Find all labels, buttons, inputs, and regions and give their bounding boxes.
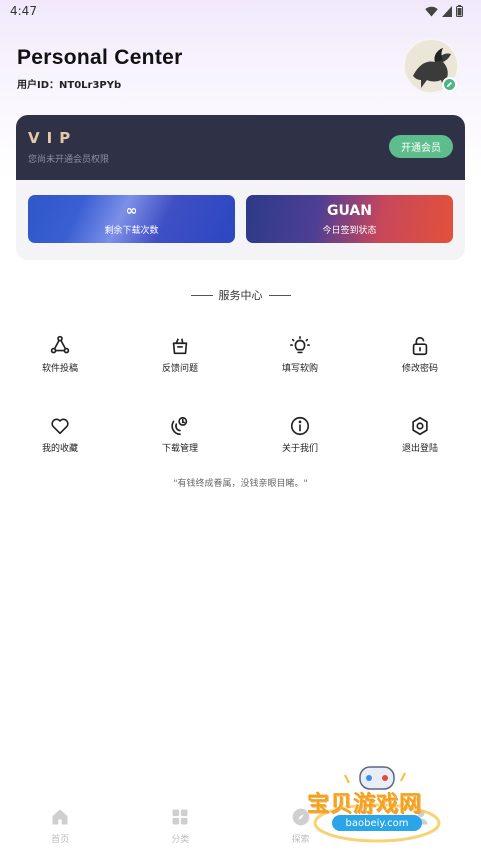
download-count-tile[interactable]: ∞ 剩余下载次数 <box>28 195 235 243</box>
feedback-icon <box>172 338 188 355</box>
open-vip-button[interactable]: 开通会员 <box>389 135 453 158</box>
service-center-label: 服务中心 <box>218 289 263 302</box>
tab-home[interactable]: 首页 <box>0 807 120 845</box>
vip-subtitle: 您尚未开通会员权限 <box>28 155 110 165</box>
tab-label: 分类 <box>171 835 190 845</box>
service-center-title: 服务中心 <box>0 287 481 303</box>
service-item-change-password[interactable]: 修改密码 <box>375 335 465 374</box>
pencil-icon <box>447 82 452 87</box>
service-item-about-us[interactable]: 关于我们 <box>255 415 345 454</box>
checkin-status-tile[interactable]: GUAN 今日签到状态 <box>246 195 453 243</box>
service-item-logout[interactable]: 退出登陆 <box>375 415 465 454</box>
home-icon <box>52 809 68 825</box>
triangle-nodes-icon <box>50 335 70 354</box>
checkin-status-value: GUAN <box>327 203 372 219</box>
page-title: Personal Center <box>17 46 183 69</box>
service-item-label: 关于我们 <box>281 444 318 454</box>
status-time: 4:47 <box>10 4 37 18</box>
lightbulb-icon <box>290 336 310 354</box>
status-icons <box>425 5 463 17</box>
checkin-status-label: 今日签到状态 <box>322 226 377 236</box>
grid-icon <box>172 809 188 825</box>
battery-icon <box>456 5 463 17</box>
download-count-label: 剩余下载次数 <box>104 226 159 236</box>
vip-title: VIP <box>28 129 78 147</box>
vip-banner: VIP 您尚未开通会员权限 开通会员 <box>16 115 465 180</box>
service-item-submit-software[interactable]: 软件投稿 <box>15 335 105 374</box>
heart-icon <box>51 418 69 435</box>
download-manage-icon <box>171 416 188 436</box>
service-item-label: 反馈问题 <box>161 364 198 374</box>
tab-category[interactable]: 分类 <box>120 807 240 845</box>
service-item-label: 修改密码 <box>401 364 438 374</box>
user-id: 用户ID：NT0Lr3PYb <box>17 80 122 91</box>
service-item-download-manager[interactable]: 下载管理 <box>135 415 225 454</box>
logout-hexagon-icon <box>412 416 428 436</box>
lock-icon <box>412 336 428 356</box>
service-item-label: 我的收藏 <box>41 444 78 454</box>
signal-icon <box>442 5 452 17</box>
download-count-value: ∞ <box>125 203 138 219</box>
info-icon <box>290 416 310 436</box>
service-item-label: 退出登陆 <box>401 444 438 454</box>
wifi-icon <box>425 6 438 16</box>
service-item-label: 下载管理 <box>161 444 198 454</box>
profile-header: Personal Center 用户ID：NT0Lr3PYb <box>17 46 183 91</box>
edit-avatar-badge[interactable] <box>442 77 457 92</box>
tab-label: 首页 <box>51 835 70 845</box>
membership-card: VIP 您尚未开通会员权限 开通会员 ∞ 剩余下载次数 GUAN 今日签到状态 <box>16 115 465 260</box>
service-item-label: 软件投稿 <box>41 364 78 374</box>
status-bar: 4:47 <box>0 0 481 22</box>
service-item-software-request[interactable]: 填写软购 <box>255 335 345 374</box>
watermark-url: baobeiy.com <box>332 815 422 831</box>
service-item-label: 填写软购 <box>281 364 318 374</box>
motto-quote: "有钱终成眷属，没钱亲眼目睹。" <box>173 479 308 489</box>
divider <box>268 294 291 296</box>
service-item-favorites[interactable]: 我的收藏 <box>15 415 105 454</box>
watermark-text: 宝贝游戏网 <box>307 792 423 817</box>
service-item-feedback[interactable]: 反馈问题 <box>135 335 225 374</box>
divider <box>190 294 213 296</box>
